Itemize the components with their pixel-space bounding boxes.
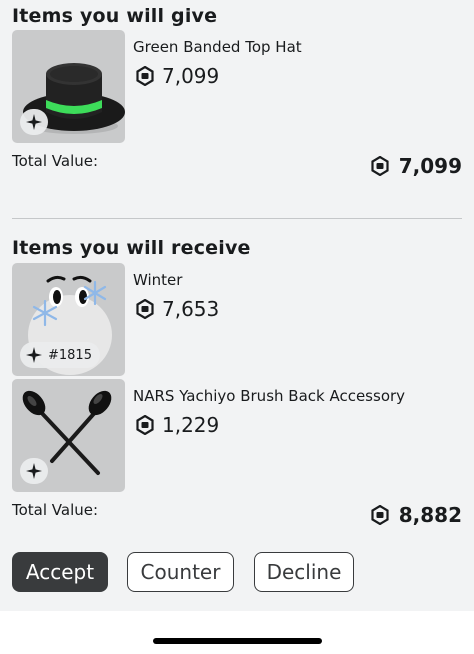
give-total-value: 7,099 <box>371 154 462 178</box>
give-section-title: Items you will give <box>12 5 218 27</box>
serial-number: #1815 <box>48 347 92 363</box>
receive-item-thumbnail-winter[interactable]: #1815 <box>12 263 125 376</box>
sparkle-icon <box>26 347 42 363</box>
robux-icon <box>136 415 154 435</box>
receive-total-label: Total Value: <box>12 501 99 519</box>
receive-item-price-winter: 7,653 <box>136 297 219 321</box>
receive-item-price-value-brush: 1,229 <box>162 413 220 437</box>
limited-badge <box>20 458 48 484</box>
robux-icon <box>136 299 154 319</box>
limited-badge-serial: #1815 <box>20 342 100 368</box>
home-indicator[interactable] <box>153 638 322 644</box>
accept-button[interactable]: Accept <box>12 552 108 592</box>
receive-item-name-brush[interactable]: NARS Yachiyo Brush Back Accessory <box>133 387 405 405</box>
sparkle-icon <box>26 114 42 130</box>
receive-total-value-text: 8,882 <box>398 503 462 527</box>
give-total-label: Total Value: <box>12 152 99 170</box>
receive-item-price-value-winter: 7,653 <box>162 297 220 321</box>
bottom-safe-area <box>0 611 474 654</box>
receive-item-name-winter[interactable]: Winter <box>133 271 182 289</box>
receive-section-title: Items you will receive <box>12 237 251 259</box>
give-item-price: 7,099 <box>136 64 219 88</box>
sparkle-icon <box>26 463 42 479</box>
receive-item-price-brush: 1,229 <box>136 413 219 437</box>
receive-item-thumbnail-brush[interactable] <box>12 379 125 492</box>
robux-icon <box>371 505 389 525</box>
receive-total-value: 8,882 <box>371 503 462 527</box>
give-item-thumbnail[interactable] <box>12 30 125 143</box>
give-item-name[interactable]: Green Banded Top Hat <box>133 38 302 56</box>
give-total-value-text: 7,099 <box>398 154 462 178</box>
section-divider <box>12 218 462 219</box>
counter-button[interactable]: Counter <box>127 552 234 592</box>
decline-button[interactable]: Decline <box>254 552 354 592</box>
limited-badge <box>20 109 48 135</box>
robux-icon <box>371 156 389 176</box>
robux-icon <box>136 66 154 86</box>
give-item-price-value: 7,099 <box>162 64 220 88</box>
